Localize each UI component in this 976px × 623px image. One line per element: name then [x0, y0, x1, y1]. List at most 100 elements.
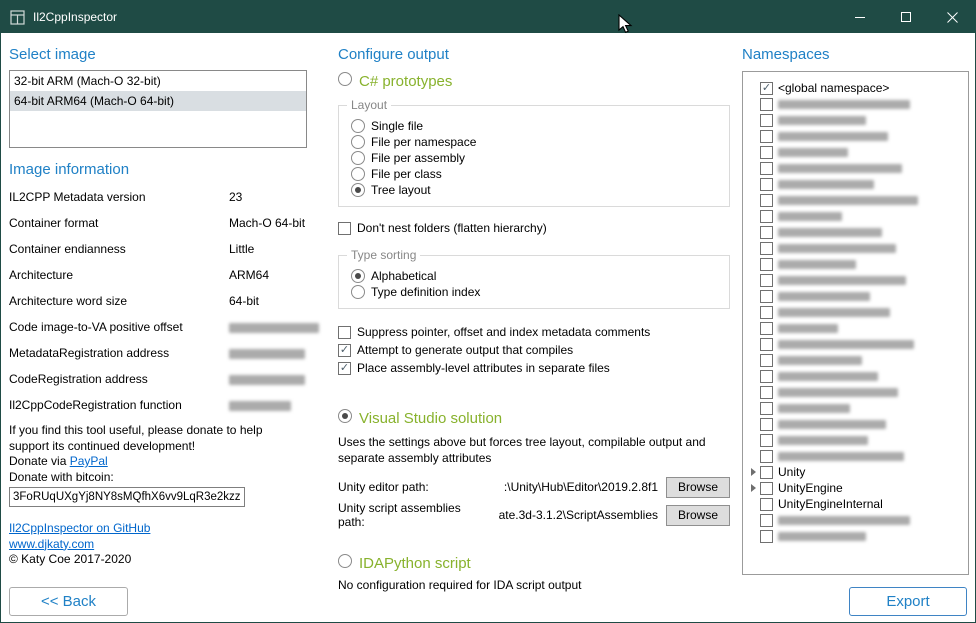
path-label: Unity script assemblies path:	[338, 501, 490, 529]
expander-icon[interactable]	[747, 468, 760, 476]
image-list-item[interactable]: 64-bit ARM64 (Mach-O 64-bit)	[10, 91, 306, 111]
browse-button[interactable]: Browse	[666, 505, 730, 526]
redacted-label	[778, 212, 842, 221]
checkbox-option[interactable]: ✓Attempt to generate output that compile…	[338, 341, 730, 359]
visual-studio-label: Visual Studio solution	[359, 410, 502, 427]
redacted-label	[778, 420, 886, 429]
namespace-item[interactable]: ✓<global namespace>	[747, 80, 966, 96]
namespace-item[interactable]	[747, 352, 966, 368]
visual-studio-radio[interactable]: Visual Studio solution	[338, 409, 730, 428]
info-value	[229, 319, 319, 335]
redacted-label	[778, 164, 902, 173]
radio-icon	[351, 135, 365, 149]
radio-icon	[338, 72, 352, 86]
namespace-item[interactable]	[747, 416, 966, 432]
radio-icon	[351, 151, 365, 165]
website-link[interactable]: www.djkaty.com	[9, 537, 94, 551]
namespace-item[interactable]	[747, 368, 966, 384]
namespace-item[interactable]	[747, 384, 966, 400]
close-button[interactable]	[929, 1, 975, 33]
checkbox-icon	[760, 178, 773, 191]
radio-option[interactable]: File per namespace	[351, 134, 719, 150]
namespace-item[interactable]	[747, 272, 966, 288]
paypal-link[interactable]: PayPal	[70, 454, 108, 468]
namespace-item[interactable]	[747, 400, 966, 416]
github-link[interactable]: Il2CppInspector on GitHub	[9, 521, 150, 535]
radio-option[interactable]: Single file	[351, 118, 719, 134]
namespace-item[interactable]	[747, 160, 966, 176]
info-label: MetadataRegistration address	[9, 345, 229, 361]
namespace-item[interactable]	[747, 304, 966, 320]
redacted-value	[229, 375, 305, 385]
checkbox-icon	[760, 466, 773, 479]
namespace-item[interactable]: UnityEngineInternal	[747, 496, 966, 512]
checkbox-option[interactable]: ✓Place assembly-level attributes in sepa…	[338, 359, 730, 377]
checkbox-option[interactable]: Don't nest folders (flatten hierarchy)	[338, 219, 730, 237]
idapython-radio[interactable]: IDAPython script	[338, 554, 730, 573]
triangle-glyph	[751, 484, 756, 492]
info-label: Container format	[9, 215, 229, 231]
namespace-item[interactable]: Unity	[747, 464, 966, 480]
image-listbox[interactable]: 32-bit ARM (Mach-O 32-bit)64-bit ARM64 (…	[9, 70, 307, 148]
redacted-label	[778, 340, 914, 349]
redacted-label	[778, 244, 896, 253]
image-list-item[interactable]: 32-bit ARM (Mach-O 32-bit)	[10, 71, 306, 91]
donate-paypal-prefix: Donate via	[9, 454, 70, 468]
namespace-item[interactable]	[747, 528, 966, 544]
checkbox-icon	[760, 482, 773, 495]
idapython-label: IDAPython script	[359, 555, 471, 572]
info-value: Mach-O 64-bit	[229, 215, 319, 231]
minimize-button[interactable]	[837, 1, 883, 33]
back-button[interactable]: << Back	[9, 587, 128, 616]
radio-option[interactable]: Tree layout	[351, 182, 719, 198]
namespace-item[interactable]	[747, 96, 966, 112]
namespace-item[interactable]	[747, 432, 966, 448]
namespace-item[interactable]	[747, 176, 966, 192]
radio-option[interactable]: Type definition index	[351, 284, 719, 300]
namespace-item[interactable]	[747, 512, 966, 528]
info-label: Architecture	[9, 267, 229, 283]
redacted-value	[229, 323, 319, 333]
ida-radio-slot	[338, 554, 352, 573]
namespace-item[interactable]	[747, 320, 966, 336]
namespaces-panel: Namespaces ✓<global namespace>UnityUnity…	[742, 33, 969, 575]
namespace-item[interactable]	[747, 336, 966, 352]
maximize-button[interactable]	[883, 1, 929, 33]
checkbox-icon	[760, 498, 773, 511]
checkbox-label: Place assembly-level attributes in separ…	[357, 359, 610, 377]
path-value[interactable]: ate.3d-3.1.2\ScriptAssemblies	[490, 508, 666, 522]
namespace-item[interactable]	[747, 128, 966, 144]
export-button[interactable]: Export	[849, 587, 967, 616]
info-value: Little	[229, 241, 319, 257]
bitcoin-address-input[interactable]	[9, 487, 245, 507]
namespace-item[interactable]	[747, 256, 966, 272]
namespace-item[interactable]	[747, 208, 966, 224]
csharp-radio-slot	[338, 72, 352, 91]
csharp-prototypes-radio[interactable]: C# prototypes	[338, 72, 730, 91]
radio-option[interactable]: File per assembly	[351, 150, 719, 166]
radio-option[interactable]: Alphabetical	[351, 268, 719, 284]
checkbox-icon	[760, 386, 773, 399]
namespace-item[interactable]	[747, 192, 966, 208]
radio-option[interactable]: File per class	[351, 166, 719, 182]
namespace-item[interactable]: UnityEngine	[747, 480, 966, 496]
redacted-label	[778, 452, 904, 461]
layout-groupbox: Layout Single fileFile per namespaceFile…	[338, 105, 730, 207]
redacted-label	[778, 308, 890, 317]
namespaces-list[interactable]: ✓<global namespace> UnityUnityEngineUnity…	[742, 71, 969, 575]
namespace-item[interactable]	[747, 240, 966, 256]
info-value: 23	[229, 189, 319, 205]
namespace-item[interactable]	[747, 112, 966, 128]
browse-button[interactable]: Browse	[666, 477, 730, 498]
info-value	[229, 345, 319, 361]
namespace-item[interactable]	[747, 224, 966, 240]
checkbox-option[interactable]: Suppress pointer, offset and index metad…	[338, 323, 730, 341]
namespace-item[interactable]	[747, 288, 966, 304]
checkbox-icon	[760, 306, 773, 319]
expander-icon[interactable]	[747, 484, 760, 492]
app-icon	[10, 10, 25, 25]
path-value[interactable]: :\Unity\Hub\Editor\2019.2.8f1	[490, 480, 666, 494]
checkbox-icon	[760, 514, 773, 527]
namespace-item[interactable]	[747, 144, 966, 160]
namespace-item[interactable]	[747, 448, 966, 464]
